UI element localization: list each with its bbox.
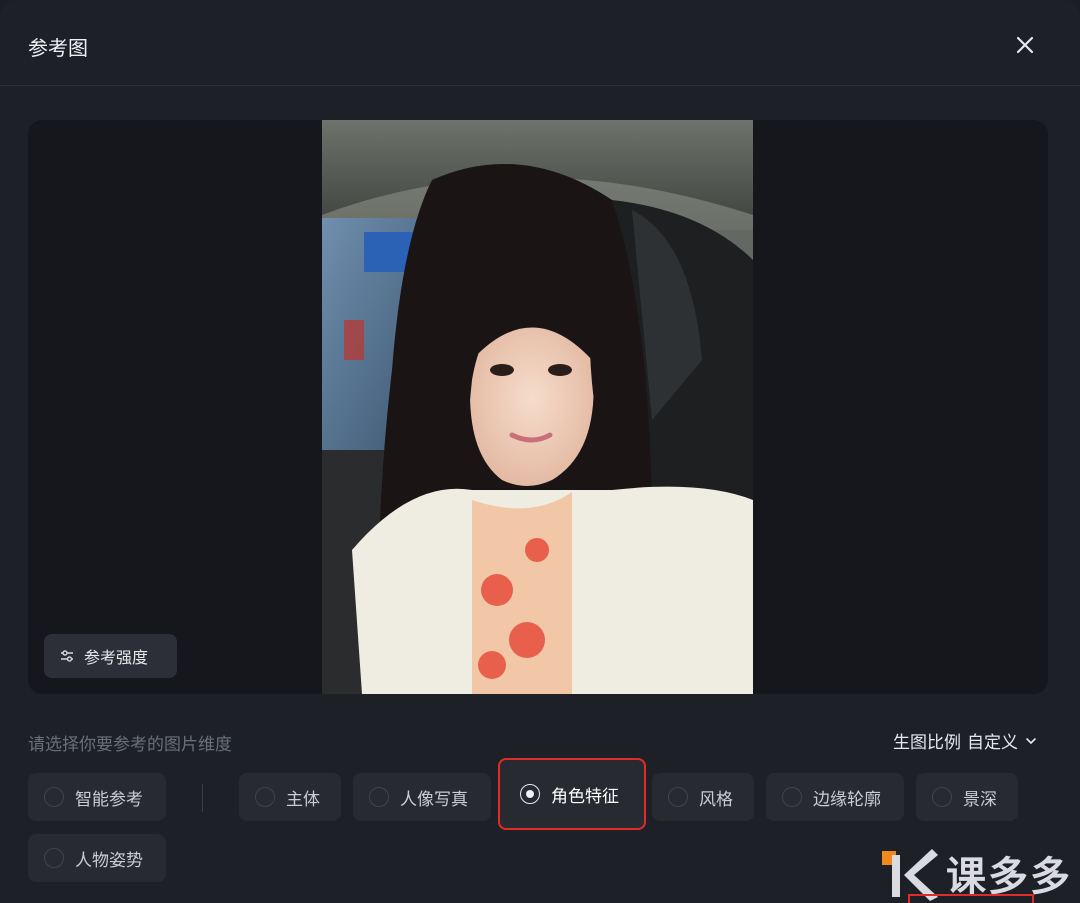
- ratio-label: 生图比例: [893, 733, 961, 753]
- reference-image-dialog: 参考图 参考强度 请选择你要参考的图片维度 生图比例 自定义 智能参考 主体 人…: [0, 0, 1080, 903]
- radio-selected-icon: [520, 784, 540, 804]
- annotation-box: [908, 894, 1034, 903]
- option-label: 主体: [286, 789, 320, 810]
- option-label: 智能参考: [75, 789, 143, 810]
- option-label: 角色特征: [551, 786, 619, 807]
- dialog-title: 参考图: [28, 36, 88, 60]
- radio-icon: [932, 787, 952, 807]
- aspect-ratio-dropdown[interactable]: 生图比例 自定义: [893, 728, 1038, 753]
- close-button[interactable]: [1008, 28, 1042, 62]
- option-pose[interactable]: 人物姿势: [28, 834, 166, 882]
- watermark-text: 课多多: [946, 853, 1072, 900]
- options-separator: [202, 784, 203, 812]
- dialog-header: 参考图: [0, 0, 1080, 86]
- radio-icon: [255, 787, 275, 807]
- option-label: 人像写真: [400, 789, 468, 810]
- radio-icon: [369, 787, 389, 807]
- radio-icon: [782, 787, 802, 807]
- option-depth-of-field[interactable]: 景深: [916, 773, 1018, 821]
- reference-photo: [322, 120, 753, 694]
- option-label: 风格: [699, 789, 733, 810]
- option-label: 人物姿势: [75, 850, 143, 871]
- option-edge-contour[interactable]: 边缘轮廓: [766, 773, 904, 821]
- option-smart-reference[interactable]: 智能参考: [28, 773, 166, 821]
- reference-strength-label: 参考强度: [84, 648, 149, 667]
- radio-icon: [44, 848, 64, 868]
- option-character-features[interactable]: 角色特征: [498, 758, 646, 830]
- sliders-icon: [61, 650, 73, 662]
- reference-strength-button[interactable]: 参考强度: [44, 634, 177, 678]
- dimension-hint: 请选择你要参考的图片维度: [28, 735, 232, 755]
- logo-mark-icon: [882, 848, 938, 901]
- reference-preview: 参考强度: [28, 120, 1048, 694]
- option-label: 边缘轮廓: [813, 789, 881, 810]
- radio-icon: [44, 787, 64, 807]
- option-label: 景深: [963, 789, 997, 810]
- option-subject[interactable]: 主体: [239, 773, 341, 821]
- radio-icon: [668, 787, 688, 807]
- close-icon: [1016, 36, 1034, 54]
- ratio-value: 自定义: [967, 733, 1018, 753]
- chevron-down-icon: [1026, 737, 1036, 744]
- option-style[interactable]: 风格: [652, 773, 754, 821]
- option-portrait[interactable]: 人像写真: [353, 773, 491, 821]
